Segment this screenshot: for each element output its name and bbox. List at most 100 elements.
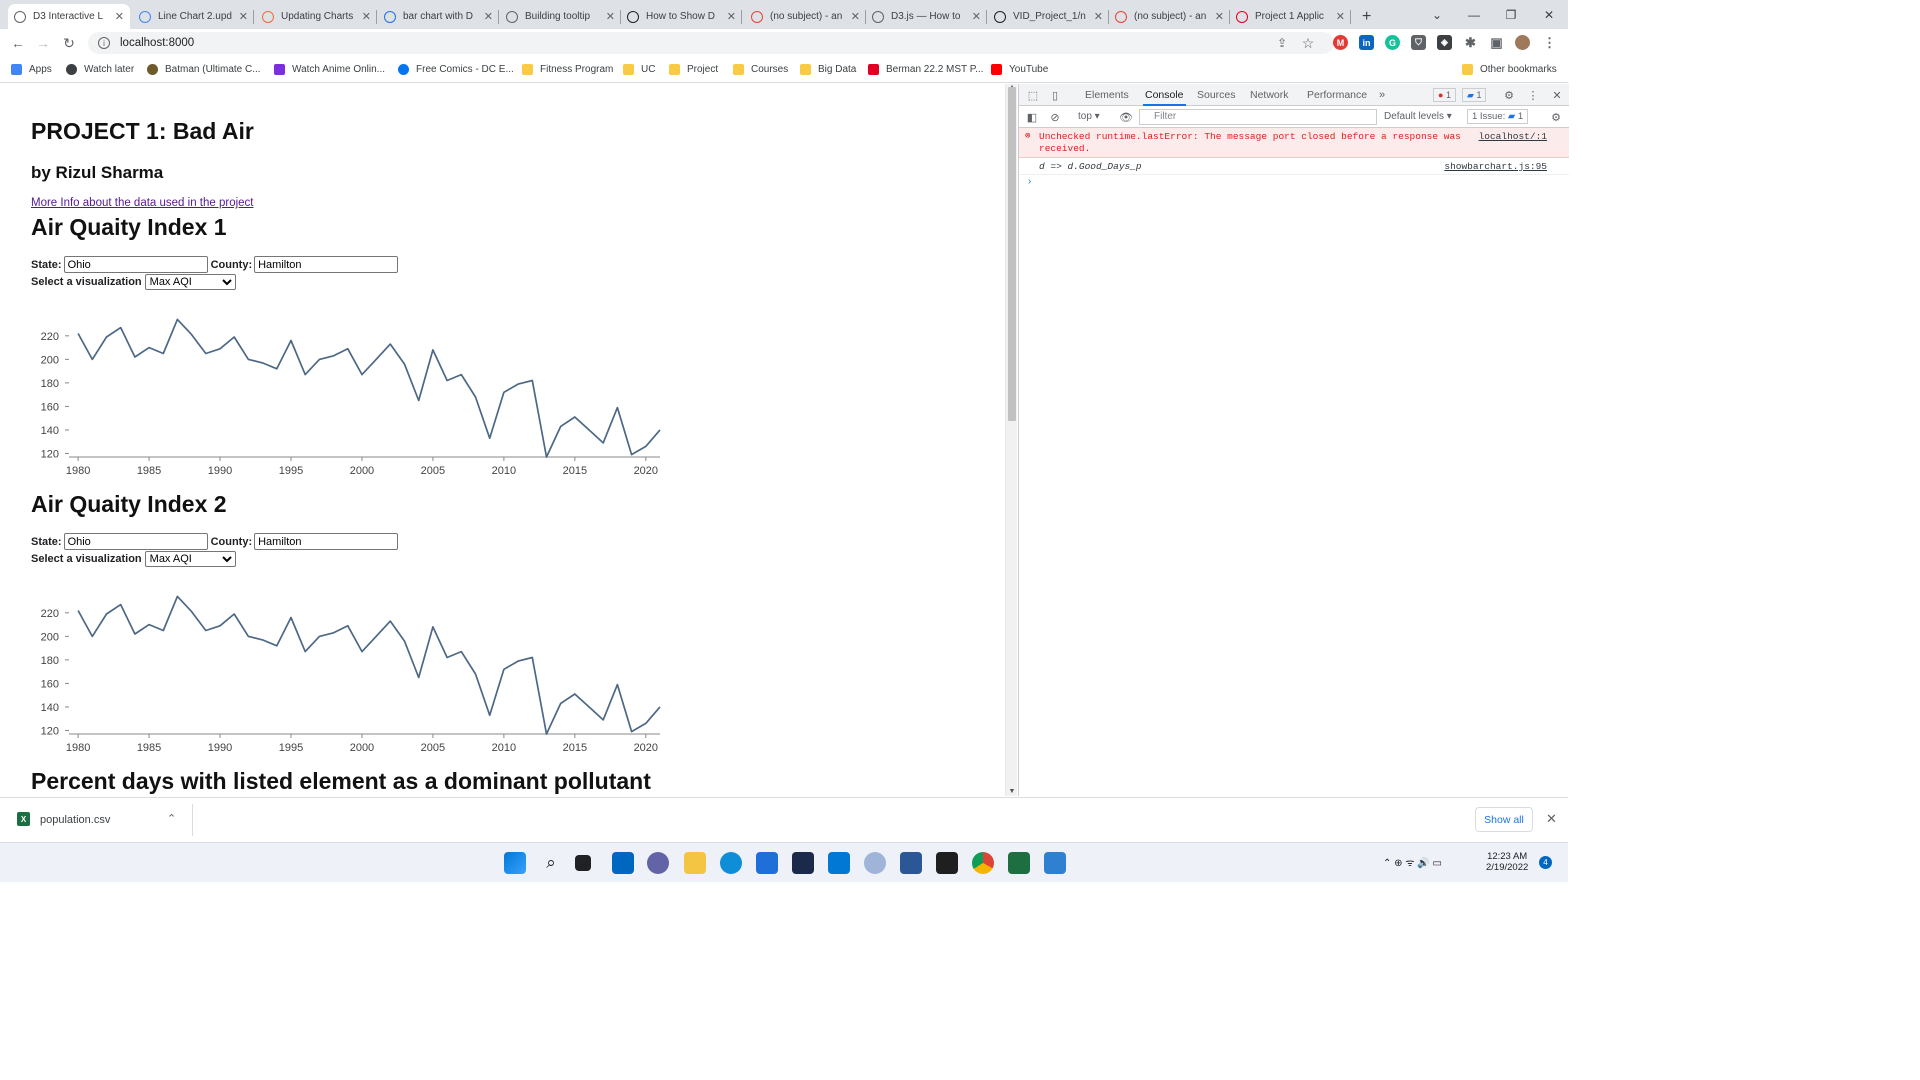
chrome-icon[interactable] (972, 852, 994, 874)
app-icon[interactable] (792, 852, 814, 874)
share-icon[interactable]: ⇪ (1272, 33, 1292, 53)
error-counter[interactable]: ● 1 (1433, 88, 1456, 102)
restore-icon[interactable]: ❐ (1492, 0, 1530, 29)
close-tab-icon[interactable]: ✕ (484, 10, 493, 23)
devtools-tab-performance[interactable]: Performance (1307, 84, 1367, 106)
county-input[interactable] (254, 256, 399, 273)
side-panel-icon[interactable]: ▣ (1489, 35, 1504, 50)
more-tabs-icon[interactable]: » (1375, 88, 1389, 102)
county-input[interactable] (254, 533, 399, 550)
bookmark-6[interactable]: UC (623, 62, 655, 76)
extension-m-icon[interactable]: M (1333, 35, 1348, 50)
bookmark-0[interactable]: Apps (11, 62, 52, 76)
devtools-tab-console[interactable]: Console (1143, 84, 1186, 106)
back-icon[interactable]: ← (8, 33, 28, 53)
notification-badge[interactable]: 4 (1539, 856, 1552, 869)
tab-0[interactable]: D3 Interactive L ✕ (8, 4, 130, 29)
widgets-icon[interactable] (612, 852, 634, 874)
minimize-icon[interactable]: — (1455, 0, 1493, 29)
clock[interactable]: 12:23 AM 2/19/2022 (1486, 851, 1528, 873)
terminal-icon[interactable] (936, 852, 958, 874)
bookmark-10[interactable]: Berman 22.2 MST P... (868, 62, 983, 76)
close-tab-icon[interactable]: ✕ (362, 10, 371, 23)
start-icon[interactable] (504, 852, 526, 874)
inspect-icon[interactable]: ⬚ (1026, 88, 1040, 102)
notepad-icon[interactable] (900, 852, 922, 874)
extension-puzzle-ext-icon[interactable]: ◈ (1437, 35, 1452, 50)
tab-1[interactable]: Line Chart 2.upd ✕ (133, 4, 254, 29)
console-settings-icon[interactable]: ⚙ (1549, 110, 1563, 124)
address-bar[interactable]: i localhost:8000 (88, 32, 1334, 54)
tab-7[interactable]: D3.js — How to ✕ (866, 4, 987, 29)
bookmark-2[interactable]: Batman (Ultimate C... (147, 62, 261, 76)
issues-button[interactable]: 1 Issue: ▰ 1 (1467, 109, 1529, 124)
tab-10[interactable]: Project 1 Applic ✕ (1230, 4, 1351, 29)
viz-select[interactable]: Max AQI (144, 274, 236, 290)
console-filter-input[interactable]: Filter (1139, 109, 1377, 125)
log-source-link[interactable]: showbarchart.js:95 (1444, 161, 1547, 172)
vscode-icon[interactable] (828, 852, 850, 874)
download-options-chevron-icon[interactable]: ⌃ (167, 812, 176, 825)
scroll-down-icon[interactable]: ▼ (1008, 788, 1016, 795)
tab-search-icon[interactable]: ⌄ (1418, 0, 1456, 29)
tab-2[interactable]: Updating Charts ✕ (256, 4, 377, 29)
more-info-link[interactable]: More Info about the data used in the pro… (31, 197, 253, 209)
r-icon[interactable] (864, 852, 886, 874)
tab-5[interactable]: How to Show D ✕ (621, 4, 742, 29)
settings-gear-icon[interactable]: ⚙ (1502, 88, 1516, 102)
profile-avatar[interactable] (1515, 35, 1530, 50)
console-prompt-icon[interactable]: › (1028, 176, 1031, 187)
close-window-icon[interactable]: ✕ (1530, 0, 1568, 29)
close-tab-icon[interactable]: ✕ (1336, 10, 1345, 23)
devtools-tab-sources[interactable]: Sources (1197, 84, 1236, 106)
context-selector[interactable]: top ▾ (1078, 106, 1100, 128)
log-levels-dropdown[interactable]: Default levels ▾ (1384, 106, 1452, 128)
viz-select[interactable]: Max AQI (144, 551, 236, 567)
tab-4[interactable]: Building tooltip ✕ (500, 4, 621, 29)
teams-chat-icon[interactable] (647, 852, 669, 874)
tab-8[interactable]: VID_Project_1/n ✕ (988, 4, 1109, 29)
clear-console-icon[interactable]: ⊘ (1048, 110, 1062, 124)
close-tab-icon[interactable]: ✕ (1094, 10, 1103, 23)
bookmark-1[interactable]: Watch later (66, 62, 134, 76)
devtools-tab-elements[interactable]: Elements (1085, 84, 1129, 106)
edge-icon[interactable] (720, 852, 742, 874)
close-tab-icon[interactable]: ✕ (115, 10, 124, 23)
extensions-icon[interactable]: ✱ (1463, 35, 1478, 50)
device-toolbar-icon[interactable]: ▯ (1048, 88, 1062, 102)
extension-grammarly-icon[interactable]: G (1385, 35, 1400, 50)
devtools-tab-network[interactable]: Network (1250, 84, 1289, 106)
live-expression-eye-icon[interactable]: 👁 (1119, 110, 1133, 124)
other-bookmarks[interactable]: Other bookmarks (1462, 62, 1557, 76)
scroll-thumb[interactable] (1008, 87, 1016, 421)
state-input[interactable] (63, 533, 208, 550)
devtools-menu-icon[interactable]: ⋮ (1526, 88, 1540, 102)
close-downloads-icon[interactable]: ✕ (1546, 811, 1557, 827)
bookmark-3[interactable]: Watch Anime Onlin... (274, 62, 385, 76)
close-tab-icon[interactable]: ✕ (851, 10, 860, 23)
tab-3[interactable]: bar chart with D ✕ (378, 4, 499, 29)
menu-icon[interactable]: ⋮ (1542, 35, 1557, 50)
tab-9[interactable]: (no subject) - an ✕ (1109, 4, 1230, 29)
site-info-icon[interactable]: i (98, 37, 110, 49)
state-input[interactable] (63, 256, 208, 273)
tray-icons[interactable]: ⌃ ⊕ ᯤ 🔊 ▭ (1383, 855, 1442, 869)
extension-linkedin-icon[interactable]: in (1359, 35, 1374, 50)
store-icon[interactable] (756, 852, 778, 874)
message-counter[interactable]: ▰ 1 (1462, 88, 1487, 102)
tab-6[interactable]: (no subject) - an ✕ (745, 4, 866, 29)
close-tab-icon[interactable]: ✕ (239, 10, 248, 23)
task-view-icon[interactable] (575, 855, 591, 871)
download-filename[interactable]: population.csv (40, 814, 110, 826)
devtools-close-icon[interactable]: ✕ (1550, 88, 1564, 102)
close-tab-icon[interactable]: ✕ (727, 10, 736, 23)
forward-icon[interactable]: → (33, 33, 53, 53)
new-tab-icon[interactable]: + (1356, 4, 1377, 29)
bookmark-star-icon[interactable]: ☆ (1298, 33, 1318, 53)
search-icon[interactable]: ⌕ (540, 852, 562, 874)
close-tab-icon[interactable]: ✕ (1215, 10, 1224, 23)
error-source-link[interactable]: localhost/:1 (1479, 131, 1547, 142)
bookmark-4[interactable]: Free Comics - DC E... (398, 62, 514, 76)
file-explorer-icon[interactable] (684, 852, 706, 874)
reload-icon[interactable]: ↻ (59, 33, 79, 53)
